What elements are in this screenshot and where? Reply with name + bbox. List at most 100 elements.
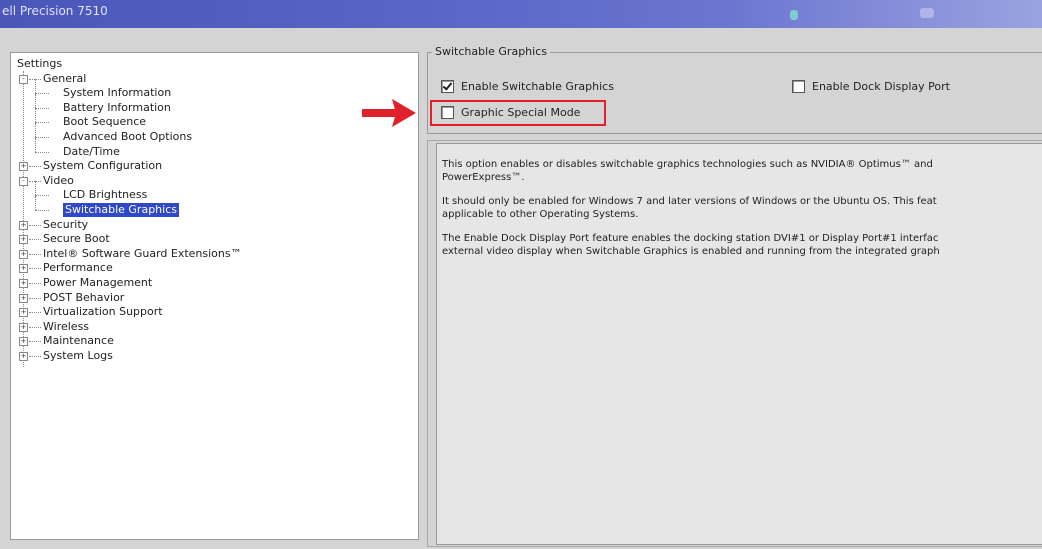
tree-item[interactable]: + Performance	[11, 261, 418, 275]
tree-item[interactable]: + Virtualization Support	[11, 305, 418, 319]
window-title: ell Precision 7510	[2, 4, 108, 18]
description-line: This option enables or disables switchab…	[442, 159, 933, 170]
expand-icon[interactable]: +	[19, 293, 28, 303]
tree-item[interactable]: Battery Information	[11, 93, 418, 115]
expand-icon[interactable]: +	[19, 235, 28, 245]
tree-item-label: Security	[43, 217, 89, 231]
expand-icon[interactable]: +	[19, 264, 28, 274]
tree-branch-line	[35, 151, 49, 153]
tree-item-label: Virtualization Support	[43, 305, 163, 319]
tree-item-label-selected: Switchable Graphics	[63, 202, 179, 218]
tree-item[interactable]: - General	[11, 72, 418, 86]
tree-branch-line	[35, 209, 49, 211]
tree-item[interactable]: + POST Behavior	[11, 291, 418, 305]
tree-item-label: Intel® Software Guard Extensions™	[43, 246, 242, 260]
tree-item[interactable]: Date/Time	[11, 137, 418, 159]
tree-item-label: Advanced Boot Options	[63, 129, 193, 143]
tree-branch-line	[29, 312, 41, 314]
tree-item[interactable]: + Secure Boot	[11, 232, 418, 246]
tree-item[interactable]: System Information	[11, 79, 418, 100]
description-line: applicable to other Operating Systems.	[442, 209, 639, 220]
tree-branch-line	[29, 224, 41, 226]
expand-icon[interactable]: +	[19, 249, 28, 259]
tree-branch-line	[29, 253, 41, 255]
tree-branch-line	[35, 195, 49, 197]
expand-icon[interactable]: +	[19, 162, 28, 172]
tree-item-label: Performance	[43, 261, 113, 275]
description-line: PowerExpress™.	[442, 172, 525, 183]
tree-item[interactable]: + System Logs	[11, 349, 418, 363]
checkbox-label: Enable Dock Display Port	[812, 80, 950, 93]
tree-branch-line	[35, 195, 36, 210]
tree-branch-line	[35, 93, 36, 108]
tree-item-label: Power Management	[43, 275, 153, 289]
tree-branch-line	[35, 137, 36, 152]
tree-item-label: System Configuration	[43, 159, 163, 173]
tree-item-label: POST Behavior	[43, 290, 125, 304]
checkbox-label: Enable Switchable Graphics	[461, 80, 614, 93]
settings-tree[interactable]: Settings - General System Information Batte…	[10, 52, 419, 540]
enable-switchable-graphics-checkbox[interactable]: Enable Switchable Graphics	[441, 80, 614, 93]
tree-item-label: General	[43, 71, 87, 85]
highlight-box	[430, 100, 606, 126]
group-title: Switchable Graphics	[432, 45, 550, 58]
tree-item-label: Secure Boot	[43, 232, 110, 246]
collapse-icon[interactable]: -	[19, 176, 28, 186]
collapse-icon[interactable]: -	[19, 74, 28, 84]
tree-branch-line	[29, 297, 41, 299]
description-line: It should only be enabled for Windows 7 …	[442, 196, 937, 207]
expand-icon[interactable]: +	[19, 220, 28, 230]
description-line: external video display when Switchable G…	[442, 246, 940, 257]
tree-item[interactable]: Boot Sequence	[11, 108, 418, 129]
tree-root-label: Settings	[17, 57, 63, 70]
enable-dock-display-port-checkbox[interactable]: Enable Dock Display Port	[792, 80, 950, 93]
description-paragraph-2: It should only be enabled for Windows 7 …	[437, 195, 937, 227]
tree-branch-line	[35, 122, 49, 124]
expand-icon[interactable]: +	[19, 278, 28, 288]
expand-icon[interactable]: +	[19, 308, 28, 318]
title-bar: ell Precision 7510	[0, 0, 1042, 28]
tree-item[interactable]: LCD Brightness	[11, 181, 418, 202]
expand-icon[interactable]: +	[19, 351, 28, 361]
tree-item-label: Battery Information	[63, 100, 171, 114]
tree-branch-line	[29, 239, 41, 241]
checkbox-box[interactable]	[792, 80, 805, 93]
tree-item-label: LCD Brightness	[63, 188, 148, 202]
tree-item-label: Wireless	[43, 319, 90, 333]
tree-item[interactable]: Advanced Boot Options	[11, 122, 418, 144]
tree-item[interactable]: Switchable Graphics	[11, 195, 418, 218]
checkbox-box[interactable]	[441, 80, 454, 93]
tree-item[interactable]: + Power Management	[11, 276, 418, 290]
expand-icon[interactable]: +	[19, 322, 28, 332]
screen-glare	[790, 10, 798, 20]
tree-branch-line	[29, 282, 41, 284]
description-paragraph-1: This option enables or disables switchab…	[437, 158, 933, 190]
tree-branch-line	[29, 166, 41, 168]
tree-branch-line	[35, 108, 36, 123]
tree-branch-line	[35, 107, 49, 109]
tree-item-label: Maintenance	[43, 334, 114, 348]
tree-item-label: Boot Sequence	[63, 115, 147, 129]
screen-glare-2	[920, 8, 934, 18]
tree-item-label: Video	[43, 173, 74, 187]
description-line: The Enable Dock Display Port feature ena…	[442, 233, 939, 244]
tree-branch-line	[35, 136, 49, 138]
tree-branch-line	[35, 93, 49, 95]
tree-branch-line	[29, 326, 41, 328]
expand-icon[interactable]: +	[19, 337, 28, 347]
description-paragraph-3: The Enable Dock Display Port feature ena…	[437, 232, 940, 264]
tree-branch-line	[35, 79, 36, 94]
tree-item[interactable]: + Security	[11, 218, 418, 232]
tree-item[interactable]: + Intel® Software Guard Extensions™	[11, 247, 418, 261]
tree-item[interactable]: - Video	[11, 174, 418, 188]
tree-branch-line	[29, 268, 41, 270]
tree-branch-line	[29, 355, 41, 357]
red-arrow-icon	[362, 99, 416, 127]
tree-item[interactable]: + Maintenance	[11, 334, 418, 348]
tree-item-label: System Logs	[43, 348, 113, 362]
tree-branch-line	[29, 341, 41, 343]
tree-branch-line	[35, 122, 36, 137]
tree-item[interactable]: + System Configuration	[11, 159, 418, 173]
tree-item[interactable]: + Wireless	[11, 320, 418, 334]
description-panel: This option enables or disables switchab…	[436, 143, 1042, 545]
